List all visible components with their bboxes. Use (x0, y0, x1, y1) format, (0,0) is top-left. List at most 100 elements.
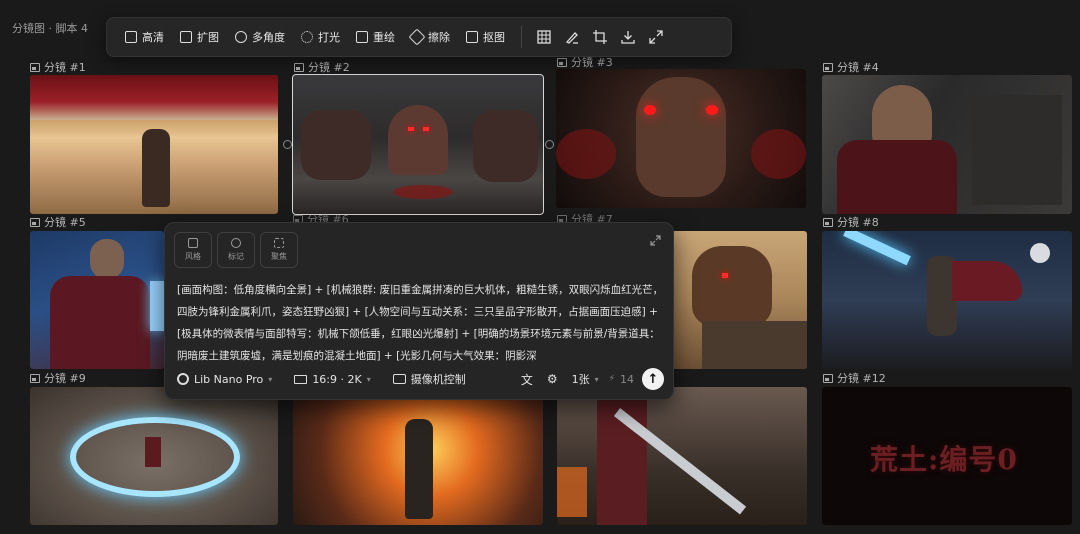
camera-label: 摄像机控制 (410, 373, 466, 386)
lighting-icon (301, 31, 313, 43)
settings-button[interactable]: ⚙ (547, 372, 558, 386)
send-button[interactable]: ↑ (642, 368, 664, 390)
frame-11-cape (597, 387, 647, 525)
frame-2-image[interactable] (292, 74, 544, 215)
model-label: Lib Nano Pro (194, 372, 264, 386)
frame-8-moon (1030, 243, 1050, 263)
frame-8-image[interactable] (822, 231, 1072, 369)
frame-7-wolf-head (692, 246, 772, 326)
style-chip-label: 风格 (185, 252, 201, 261)
focus-chip[interactable]: 聚焦 (260, 232, 298, 268)
frame-1-warrior (142, 129, 170, 207)
image-icon (823, 217, 833, 227)
image-icon (294, 62, 304, 72)
target-icon (231, 238, 241, 248)
aspect-ratio-icon (294, 374, 308, 384)
expand-image-icon (180, 31, 192, 43)
lighting-label: 打光 (318, 31, 340, 44)
credits-display: ⚡ 14 (609, 373, 634, 386)
frame-7-red-eye (722, 273, 728, 278)
frame-3-red-glow (556, 129, 616, 179)
frame-8-label: 分镜 #8 (823, 214, 879, 230)
focus-chip-label: 聚焦 (271, 252, 287, 261)
image-icon (557, 57, 567, 67)
fullscreen-icon (649, 30, 663, 44)
mark-chip-label: 标记 (228, 252, 244, 261)
image-icon (30, 62, 40, 72)
crop-icon (593, 30, 607, 44)
translate-icon: 文 (520, 372, 533, 387)
redraw-icon (356, 31, 368, 43)
multi-angle-button[interactable]: 多角度 (227, 23, 293, 51)
arrow-up-icon: ↑ (647, 371, 659, 387)
lighting-button[interactable]: 打光 (293, 23, 348, 51)
redraw-button[interactable]: 重绘 (348, 23, 403, 51)
erase-button[interactable]: 擦除 (403, 23, 458, 51)
translate-button[interactable]: 文 (521, 371, 533, 388)
upscale-hd-button[interactable]: 高清 (117, 23, 172, 51)
frame-2-wolf-center (388, 105, 448, 175)
expand-panel-button[interactable] (650, 235, 661, 249)
frame-12-title-card: 荒土:编号0 (870, 443, 1018, 476)
mark-chip[interactable]: 标记 (217, 232, 255, 268)
ratio-select[interactable]: 16:9 · 2K ▾ (294, 373, 371, 386)
frame-10-image[interactable] (293, 399, 543, 525)
image-icon (823, 62, 833, 72)
frame-2-wolf-left (301, 110, 371, 180)
download-button[interactable] (614, 23, 642, 51)
frame-9-image[interactable] (30, 387, 278, 525)
redraw-label: 重绘 (373, 31, 395, 44)
frame-1-image[interactable] (30, 75, 278, 214)
frame-9-hero (145, 437, 161, 467)
brush-icon (565, 32, 578, 44)
hd-icon (125, 31, 137, 43)
frame-2-wolf-right (473, 110, 538, 182)
frame-4-image[interactable] (822, 75, 1072, 214)
frame-9-title: 分镜 #9 (44, 372, 86, 385)
frame-11-image[interactable] (557, 387, 807, 525)
style-chip[interactable]: 风格 (174, 232, 212, 268)
grid-icon (537, 30, 551, 44)
frame-7-wolf-body (702, 321, 807, 369)
count-select[interactable]: 1张 ▾ (572, 371, 599, 387)
frame-7-image[interactable] (672, 231, 807, 369)
fullscreen-button[interactable] (642, 23, 670, 51)
frame-5-cape (50, 276, 150, 369)
frame-5-lightning (150, 281, 164, 331)
outpaint-button[interactable]: 扩图 (172, 23, 227, 51)
prompt-panel: 风格 标记 聚焦 [画面构图：低角度横向全景] + [机械狼群: 废旧重金属拼凑… (164, 222, 674, 400)
download-icon (621, 31, 635, 44)
frame-2-red-eye (408, 127, 414, 131)
chevron-down-icon: ▾ (268, 374, 273, 384)
frame-8-lightning (843, 231, 911, 266)
grid-button[interactable] (530, 23, 558, 51)
frame-5-title: 分镜 #5 (44, 216, 86, 229)
sliders-icon: ⚙ (546, 372, 558, 386)
model-logo-icon (177, 373, 189, 385)
frame-2-title: 分镜 #2 (308, 61, 350, 74)
frame-2-red-eye (423, 127, 429, 131)
frame-3-image[interactable] (556, 69, 806, 208)
connector-node[interactable] (545, 140, 554, 149)
prompt-text[interactable]: [画面构图：低角度横向全景] + [机械狼群: 废旧重金属拼凑的巨大机体，粗糙生… (177, 279, 665, 367)
camera-control-button[interactable]: 摄像机控制 (392, 371, 466, 387)
frame-5-image[interactable] (30, 231, 164, 369)
brush-button[interactable] (558, 23, 586, 51)
generation-options-bar: Lib Nano Pro ▾ 16:9 · 2K ▾ 摄像机控制 文 ⚙ 1张 ▾ ⚡… (177, 367, 664, 391)
frame-12-title: 分镜 #12 (837, 372, 886, 385)
cutout-label: 抠图 (483, 31, 505, 44)
model-select[interactable]: Lib Nano Pro ▾ (177, 373, 272, 386)
frame-12-label: 分镜 #12 (823, 370, 886, 386)
erase-label: 擦除 (428, 31, 450, 44)
chevron-down-icon: ▾ (594, 374, 599, 384)
frame-11-fire (557, 467, 587, 517)
outpaint-label: 扩图 (197, 31, 219, 44)
camera-icon (392, 374, 406, 384)
frame-1-cape (30, 75, 278, 120)
crop-button[interactable] (586, 23, 614, 51)
reference-chips: 风格 标记 聚焦 (174, 232, 298, 268)
connector-node[interactable] (283, 140, 292, 149)
multi-angle-icon (235, 31, 247, 43)
cutout-button[interactable]: 抠图 (458, 23, 513, 51)
frame-5-label: 分镜 #5 (30, 214, 86, 230)
